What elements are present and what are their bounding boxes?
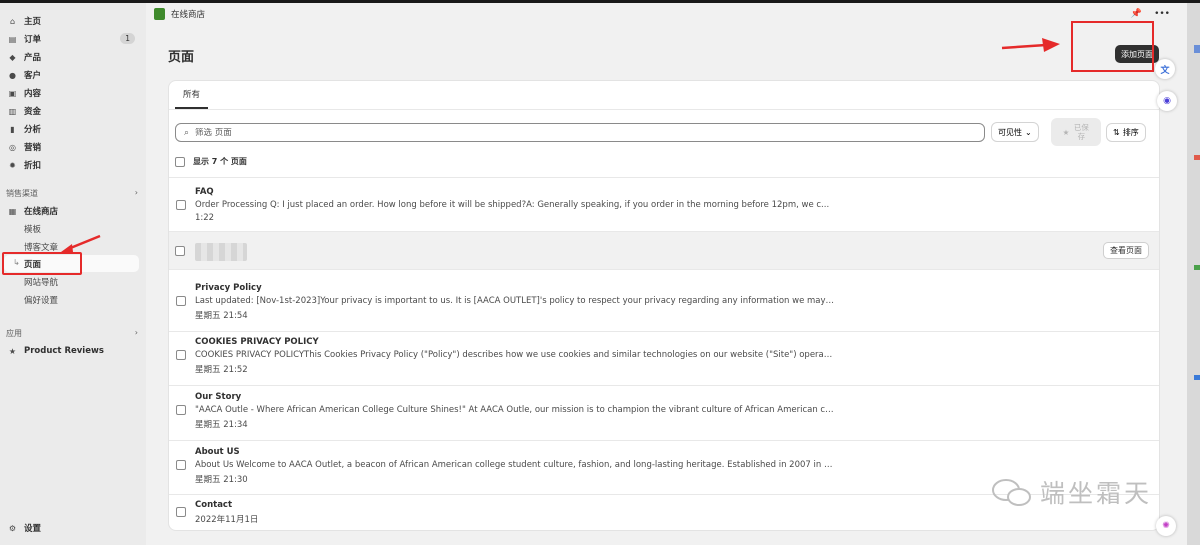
sidebar-item-customers[interactable]: ● 客户 <box>4 66 139 84</box>
image-icon: ▣ <box>8 88 17 98</box>
page-title-cell[interactable]: FAQ <box>195 187 214 197</box>
star-app-icon: ★ <box>8 346 17 356</box>
row-checkbox[interactable] <box>176 200 186 210</box>
translate-icon[interactable]: 文 <box>1155 59 1175 79</box>
orders-icon: ▤ <box>8 34 17 44</box>
filter-search-box[interactable]: ⌕ <box>175 123 985 142</box>
chevron-right-icon[interactable]: › <box>135 328 138 337</box>
sidebar-item-product-reviews[interactable]: ★ Product Reviews <box>4 342 139 360</box>
select-all-checkbox[interactable] <box>175 156 185 167</box>
annotation-box-pages <box>2 252 82 275</box>
table-row[interactable]: COOKIES PRIVACY POLICY COOKIES PRIVACY P… <box>169 332 1159 386</box>
annotation-arrow-sidebar <box>61 234 101 252</box>
row-checkbox[interactable] <box>175 246 185 256</box>
star-icon: ★ <box>1062 127 1070 137</box>
page-title-cell[interactable]: Our Story <box>195 392 241 402</box>
row-checkbox[interactable] <box>176 296 186 306</box>
rail-marker <box>1194 155 1200 160</box>
sidebar-item-finance[interactable]: ▥ 资金 <box>4 102 139 120</box>
chevron-down-icon: ⌄ <box>1025 127 1032 137</box>
saved-views-button[interactable]: ★ 已保存 <box>1051 118 1101 146</box>
chart-icon: ▮ <box>10 124 15 134</box>
sidebar-sub-preferences[interactable]: 偏好设置 <box>4 291 139 308</box>
store-logo-icon <box>154 8 165 20</box>
page-date: 星期五 21:54 <box>195 311 248 321</box>
page-title-cell[interactable]: Contact <box>195 500 232 510</box>
more-icon[interactable]: ••• <box>1154 9 1170 19</box>
sort-icon: ⇅ <box>1113 128 1120 137</box>
row-checkbox[interactable] <box>176 460 186 470</box>
rail-marker <box>1194 265 1200 270</box>
sidebar-item-home[interactable]: ⌂ 主页 <box>4 12 139 30</box>
table-row[interactable]: 查看页面 <box>169 232 1159 270</box>
sidebar-item-marketing[interactable]: ◎ 营销 <box>4 138 139 156</box>
sidebar-item-online-store[interactable]: ▦ 在线商店 <box>4 202 139 220</box>
store-icon: ▦ <box>8 206 17 216</box>
header-actions: 📌 ••• <box>1131 9 1170 19</box>
annotation-box-add-page <box>1071 21 1154 72</box>
chevron-right-icon[interactable]: › <box>135 188 138 197</box>
person-icon: ● <box>9 70 16 80</box>
page-date: 星期五 21:52 <box>195 365 248 375</box>
sidebar-item-orders[interactable]: ▤ 订单 1 <box>4 30 139 48</box>
discount-icon: ✹ <box>9 160 16 170</box>
apps-title[interactable]: 应用 <box>6 328 22 339</box>
rail-marker <box>1194 45 1200 53</box>
annotation-arrow-add-page <box>1001 38 1060 52</box>
sidebar-item-discounts[interactable]: ✹ 折扣 <box>4 156 139 174</box>
page-excerpt: Last updated: [Nov-1st-2023]Your privacy… <box>195 296 835 306</box>
orders-count-badge: 1 <box>120 33 135 44</box>
right-scroll-rail[interactable] <box>1187 3 1200 545</box>
sidebar-sub-navigation[interactable]: 网站导航 <box>4 273 139 290</box>
target-icon: ◎ <box>9 142 16 152</box>
search-icon: ⌕ <box>184 127 190 138</box>
select-all-row: 显示 7 个 页面 <box>175 156 247 167</box>
page-excerpt: About Us Welcome to AACA Outlet, a beaco… <box>195 460 835 470</box>
brain-icon[interactable]: ✺ <box>1156 516 1176 536</box>
row-checkbox[interactable] <box>176 507 186 517</box>
sidebar-item-content[interactable]: ▣ 内容 <box>4 84 139 102</box>
sort-button[interactable]: ⇅ 排序 <box>1106 123 1146 142</box>
page-title-cell[interactable]: Privacy Policy <box>195 283 262 293</box>
store-header[interactable]: 在线商店 <box>154 8 205 20</box>
tab-all[interactable]: 所有 <box>175 81 209 109</box>
page-date: 星期五 21:30 <box>195 475 248 485</box>
visibility-filter-button[interactable]: 可见性 ⌄ <box>991 122 1039 142</box>
assistant-icon[interactable]: ◉ <box>1157 91 1177 111</box>
page-title: 页面 <box>168 50 195 65</box>
sidebar-item-analytics[interactable]: ▮ 分析 <box>4 120 139 138</box>
row-checkbox[interactable] <box>176 405 186 415</box>
bank-icon: ▥ <box>8 106 17 116</box>
page-excerpt: COOKIES PRIVACY POLICYThis Cookies Priva… <box>195 350 835 360</box>
page-excerpt: Order Processing Q: I just placed an ord… <box>195 200 830 210</box>
sidebar-item-settings[interactable]: ⚙ 设置 <box>4 519 139 537</box>
page-title-cell[interactable]: COOKIES PRIVACY POLICY <box>195 337 319 347</box>
tab-divider <box>169 109 1159 110</box>
search-input[interactable] <box>195 127 966 138</box>
table-row[interactable]: Our Story "AACA Outle - Where African Am… <box>169 386 1159 441</box>
page-date: 星期五 21:34 <box>195 420 248 430</box>
view-page-button[interactable]: 查看页面 <box>1103 242 1149 259</box>
row-checkbox[interactable] <box>176 350 186 360</box>
rail-marker <box>1194 375 1200 380</box>
sidebar-item-products[interactable]: ◆ 产品 <box>4 48 139 66</box>
page-count-label: 显示 7 个 页面 <box>193 157 247 166</box>
table-row[interactable]: Privacy Policy Last updated: [Nov-1st-20… <box>169 278 1159 332</box>
redacted-title <box>195 243 247 261</box>
table-row[interactable]: FAQ Order Processing Q: I just placed an… <box>169 178 1159 232</box>
wechat-logo-icon <box>992 479 1031 506</box>
pages-card: 所有 ⌕ 可见性 ⌄ ★ 已保存 ⇅ 排序 显示 7 个 页面 FAQ Orde… <box>168 80 1160 531</box>
tag-icon: ◆ <box>9 52 16 62</box>
page-title-cell[interactable]: About US <box>195 447 240 457</box>
pin-icon[interactable]: 📌 <box>1131 9 1142 19</box>
page-date: 2022年11月1日 <box>195 515 259 525</box>
page-excerpt: "AACA Outle - Where African American Col… <box>195 405 835 415</box>
watermark: 端坐霜天 <box>990 474 1152 510</box>
home-icon: ⌂ <box>9 16 16 26</box>
gear-icon: ⚙ <box>8 523 17 533</box>
window-top-bar <box>0 0 1200 3</box>
page-date: 1:22 <box>195 213 215 223</box>
sales-channels-title[interactable]: 销售渠道 <box>6 188 38 199</box>
